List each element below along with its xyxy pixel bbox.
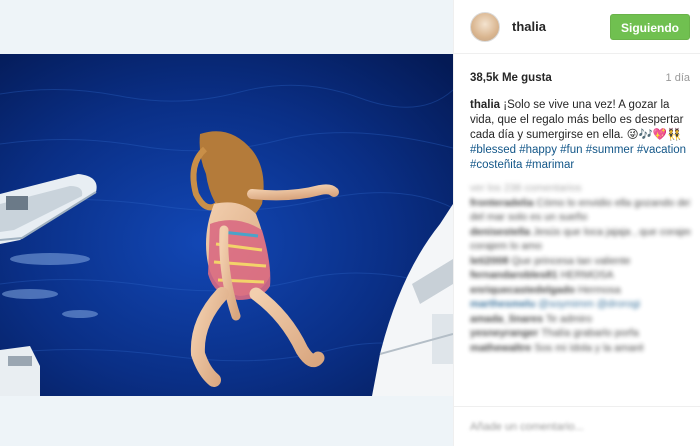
post-time[interactable]: 1 día: [666, 72, 690, 84]
comment-row[interactable]: enriquecastedelgado Hermosa: [470, 283, 690, 298]
comment-text: ver los 238 comentarios: [470, 182, 582, 194]
comment-text: HERMOSA: [560, 269, 614, 281]
add-comment-input[interactable]: Añade un comentario...: [470, 421, 584, 433]
comment-row[interactable]: fernandarobles81 HERMOSA: [470, 268, 690, 283]
caption-hashtags[interactable]: #blessed #happy #fun #summer #vacation #…: [470, 143, 690, 173]
comment-username[interactable]: fernandarobles81: [470, 269, 560, 281]
avatar[interactable]: [470, 11, 500, 42]
comment-text: @soymimm @drorogi: [538, 298, 641, 310]
comment-text: corajem lo amo: [470, 240, 542, 252]
likes-count[interactable]: 38,5k Me gusta: [470, 72, 552, 84]
comment-username[interactable]: amada_linares: [470, 313, 546, 325]
post-photo[interactable]: [0, 54, 453, 396]
comment-username[interactable]: yesneyranger: [470, 327, 541, 339]
comment-text: Cómo lo envidio ella gozando del mar que…: [536, 196, 690, 209]
comment-text: Thalía grabarlo porfa: [541, 327, 639, 339]
following-button[interactable]: Siguiendo: [610, 13, 690, 40]
likes-row: 38,5k Me gusta 1 día: [470, 70, 690, 86]
comment-username[interactable]: denisestella: [470, 226, 533, 238]
comment-row[interactable]: del mar solo es un sueño: [470, 210, 690, 225]
comment-text: Sos mi ídola y la amaré: [534, 341, 644, 354]
post-caption: thalia ¡Solo se vive una vez! A gozar la…: [470, 98, 690, 143]
comment-row[interactable]: ver los 238 comentarios: [470, 181, 690, 196]
post-sidebar: thalia Siguiendo 38,5k Me gusta 1 día th…: [453, 0, 700, 446]
comment-username[interactable]: leti2008: [470, 255, 511, 267]
comment-text: Hermosa: [577, 283, 621, 296]
comment-row[interactable]: corajem lo amo: [470, 239, 690, 254]
comment-text: del mar solo es un sueño: [470, 211, 588, 223]
photo-woman-jumping-into-sea-icon: [0, 54, 453, 396]
comment-username[interactable]: enriquecastedelgado: [470, 284, 578, 296]
comments-list: ver los 238 comentarios fronteradelia Cóm…: [470, 181, 690, 355]
comment-row[interactable]: marthesmelu @soymimm @drorogi: [470, 297, 690, 312]
comment-text: Jesús que loca jajaja , que corajem lo a…: [533, 225, 690, 238]
comment-row[interactable]: denisestella Jesús que loca jajaja , que…: [470, 225, 690, 240]
username[interactable]: thalia: [512, 19, 610, 34]
comment-row[interactable]: yesneyranger Thalía grabarlo porfa: [470, 326, 690, 341]
caption-text: ¡Solo se vive una vez! A gozar la vida, …: [470, 99, 684, 141]
comment-row[interactable]: mathewaltre Sos mi ídola y la amaré: [470, 341, 690, 356]
caption-username[interactable]: thalia: [470, 99, 500, 111]
comment-row[interactable]: leti2008 Que princesa tan valiente: [470, 254, 690, 269]
comment-username[interactable]: marthesmelu: [470, 298, 538, 310]
comment-text: Te admiro: [545, 312, 592, 325]
comment-username[interactable]: mathewaltre: [470, 342, 534, 354]
add-comment-bar[interactable]: Añade un comentario...: [454, 406, 700, 446]
comment-row[interactable]: fronteradelia Cómo lo envidio ella gozan…: [470, 196, 690, 211]
comment-row[interactable]: amada_linares Te admiro: [470, 312, 690, 327]
comment-username[interactable]: fronteradelia: [470, 197, 537, 209]
post-header: thalia Siguiendo: [454, 0, 700, 54]
comment-text: Que princesa tan valiente: [511, 254, 631, 267]
